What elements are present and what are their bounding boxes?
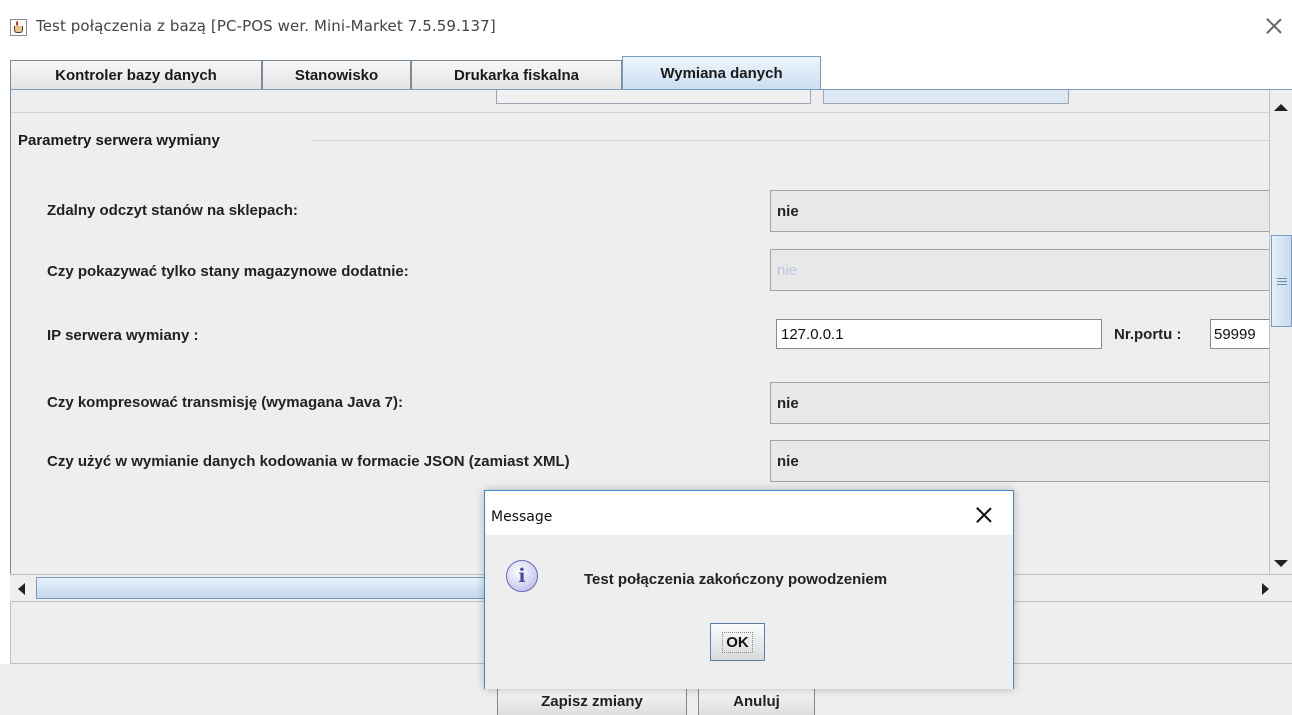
port-input[interactable]: 59999 [1210, 319, 1269, 349]
hidden-top-button-right[interactable] [823, 90, 1069, 104]
scroll-down-icon[interactable] [1274, 560, 1288, 567]
tab-drukarka-fiskalna[interactable]: Drukarka fiskalna [411, 60, 622, 90]
section-title-line [311, 140, 1269, 141]
info-icon: i [506, 560, 538, 592]
ok-button-label: OK [722, 631, 753, 653]
tab-stanowisko[interactable]: Stanowisko [262, 60, 411, 90]
tab-kontroler-bazy-danych[interactable]: Kontroler bazy danych [10, 60, 262, 90]
section-divider [11, 112, 1269, 113]
window-titlebar: Test połączenia z bazą [PC-POS wer. Mini… [0, 0, 1292, 54]
dialog-message: Test połączenia zakończony powodzeniem [584, 571, 888, 588]
server-ip-label: IP serwera wymiany : [47, 327, 199, 344]
port-label: Nr.portu : [1114, 326, 1182, 343]
scroll-left-icon[interactable] [18, 583, 25, 595]
dialog-body: i Test połączenia zakończony powodzeniem… [485, 535, 1013, 689]
json-encoding-select[interactable]: nie [770, 440, 1269, 482]
window-title: Test połączenia z bazą [PC-POS wer. Mini… [36, 17, 496, 35]
json-encoding-label: Czy użyć w wymianie danych kodowania w f… [47, 453, 570, 470]
server-ip-input[interactable]: 127.0.0.1 [776, 319, 1102, 349]
window-close-icon[interactable] [1262, 14, 1286, 38]
vertical-scrollbar[interactable] [1269, 90, 1292, 574]
compression-label: Czy kompresować transmisję (wymagana Jav… [47, 394, 403, 411]
scroll-right-icon[interactable] [1262, 583, 1269, 595]
vertical-scroll-thumb[interactable] [1271, 235, 1292, 327]
dialog-close-icon[interactable] [973, 504, 995, 526]
section-title: Parametry serwera wymiany [18, 132, 220, 149]
compression-select[interactable]: nie [770, 382, 1269, 424]
message-dialog: Message i Test połączenia zakończony pow… [484, 490, 1014, 689]
horizontal-scroll-thumb[interactable] [36, 577, 516, 599]
positive-stock-select: nie [770, 249, 1269, 291]
scroll-up-icon[interactable] [1274, 104, 1288, 111]
ok-button[interactable]: OK [710, 623, 765, 661]
tab-wymiana-danych[interactable]: Wymiana danych [622, 56, 821, 90]
java-app-icon [10, 19, 27, 36]
remote-read-label: Zdalny odczyt stanów na sklepach: [47, 202, 298, 219]
remote-read-select[interactable]: nie [770, 190, 1269, 232]
dialog-title: Message [491, 509, 553, 525]
positive-stock-label: Czy pokazywać tylko stany magazynowe dod… [47, 263, 409, 280]
hidden-top-button-left[interactable] [496, 90, 811, 104]
